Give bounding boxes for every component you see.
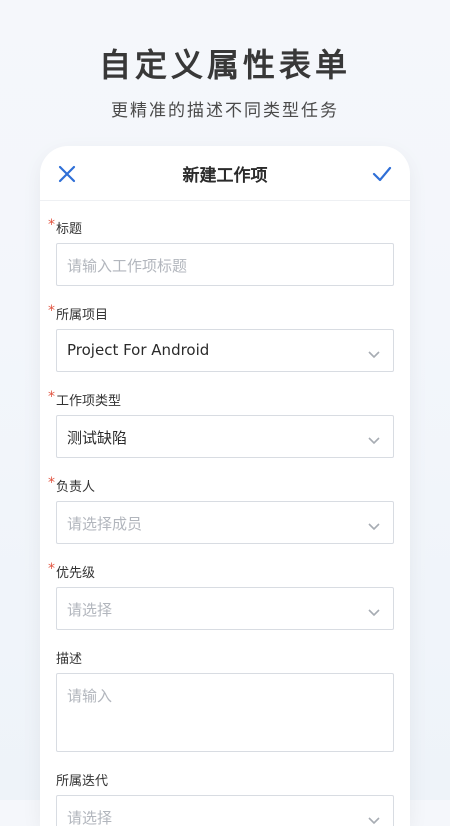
required-mark: * <box>48 475 55 491</box>
iteration-label: 所属迭代 <box>56 774 109 789</box>
chevron-down-icon <box>367 517 381 531</box>
hero-title: 自定义属性表单 <box>98 46 351 84</box>
type-value: 测试缺陷 <box>67 429 128 447</box>
check-icon[interactable] <box>372 166 392 182</box>
title-placeholder: 请输入工作项标题 <box>67 257 188 275</box>
description-label: 描述 <box>56 652 83 667</box>
required-mark: * <box>48 217 55 233</box>
project-label: * 所属项目 <box>48 303 109 323</box>
title-label: * 标题 <box>48 217 83 237</box>
assignee-select[interactable]: 请选择成员 <box>56 501 394 544</box>
assignee-placeholder: 请选择成员 <box>67 515 143 533</box>
form-card: 新建工作项 * 标题 请输入工作项标题 * 所属项目 Project For A… <box>40 146 410 826</box>
required-mark: * <box>48 303 55 319</box>
hero-subtitle: 更精准的描述不同类型任务 <box>111 101 339 121</box>
project-select[interactable]: Project For Android <box>56 329 394 372</box>
priority-placeholder: 请选择 <box>67 601 113 619</box>
type-select[interactable]: 测试缺陷 <box>56 415 394 458</box>
description-placeholder: 请输入 <box>67 687 113 705</box>
description-textarea[interactable]: 请输入 <box>56 673 394 752</box>
assignee-label: * 负责人 <box>48 475 96 495</box>
hero: 自定义属性表单 更精准的描述不同类型任务 <box>0 40 450 121</box>
type-label: * 工作项类型 <box>48 389 122 409</box>
priority-select[interactable]: 请选择 <box>56 587 394 630</box>
form: * 标题 请输入工作项标题 * 所属项目 Project For Android… <box>48 200 394 826</box>
page-title: 新建工作项 <box>182 166 268 186</box>
chevron-down-icon <box>367 345 381 359</box>
top-bar: 新建工作项 <box>40 146 410 201</box>
priority-label: * 优先级 <box>48 561 96 581</box>
required-mark: * <box>48 389 55 405</box>
chevron-down-icon <box>367 431 381 445</box>
required-mark: * <box>48 561 55 577</box>
project-value: Project For Android <box>67 341 210 359</box>
chevron-down-icon <box>367 811 381 825</box>
chevron-down-icon <box>367 603 381 617</box>
iteration-placeholder: 请选择 <box>67 809 113 826</box>
title-input[interactable]: 请输入工作项标题 <box>56 243 394 286</box>
